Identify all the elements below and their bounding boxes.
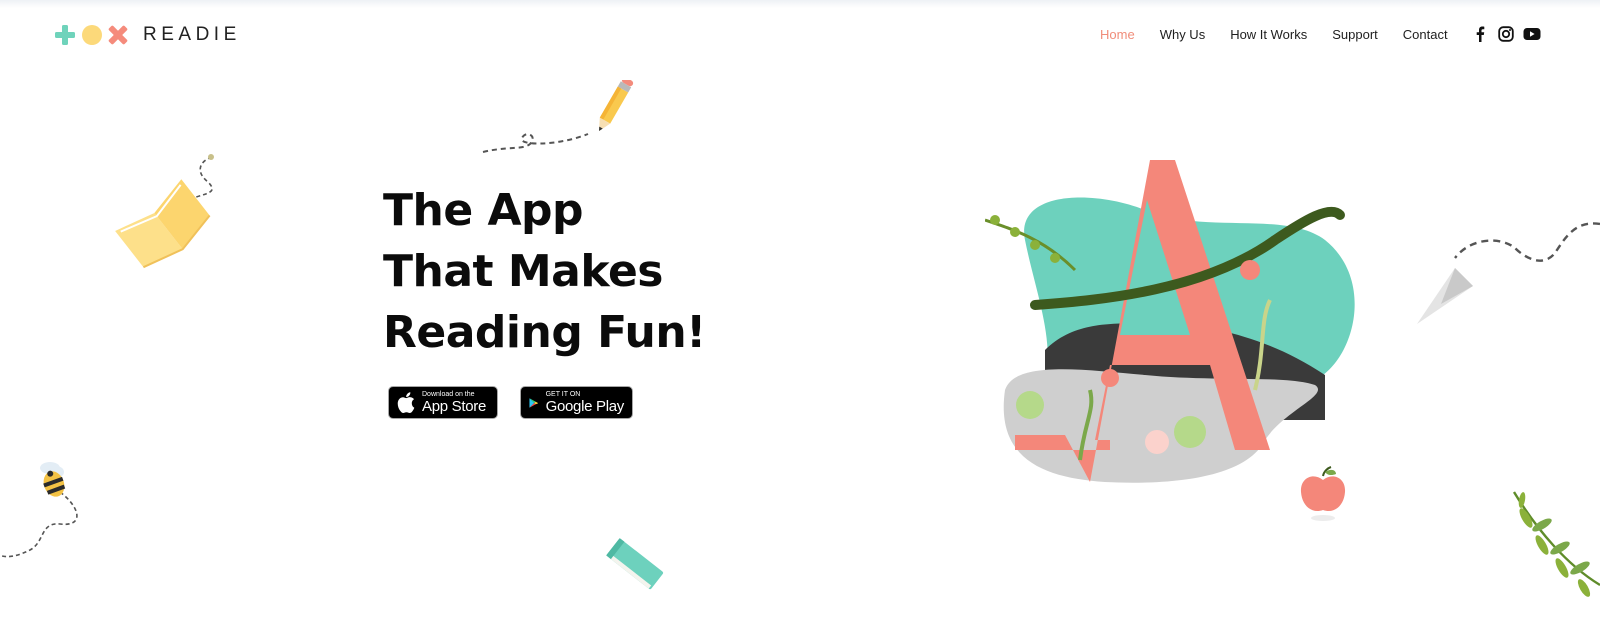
- logo-icon: [55, 25, 128, 45]
- paper-plane-illustration: [1417, 222, 1600, 324]
- nav-why-us[interactable]: Why Us: [1160, 27, 1206, 42]
- app-store-small-label: Download on the: [422, 391, 475, 398]
- app-store-button[interactable]: Download on the App Store: [388, 386, 498, 419]
- instagram-icon[interactable]: [1496, 25, 1516, 43]
- open-book-illustration: [115, 154, 214, 269]
- nav-support[interactable]: Support: [1332, 27, 1378, 42]
- headline-line-1: The App: [383, 185, 584, 236]
- header-shadow: [0, 0, 1600, 8]
- brand-name: READIE: [143, 24, 241, 45]
- nav-home[interactable]: Home: [1100, 27, 1135, 42]
- headline-line-2: That Makes: [383, 246, 663, 297]
- apple-illustration: [1300, 466, 1346, 521]
- app-store-label: App Store: [422, 398, 487, 415]
- leaf-branch-illustration: [1512, 491, 1600, 597]
- bee-illustration: [1, 462, 78, 558]
- google-play-small-label: GET IT ON: [545, 391, 581, 398]
- nav-how-it-works[interactable]: How It Works: [1230, 27, 1307, 42]
- google-play-icon: [529, 397, 538, 408]
- nav-contact[interactable]: Contact: [1403, 27, 1448, 42]
- headline-line-3: Reading Fun!: [383, 307, 706, 358]
- google-play-button[interactable]: GET IT ON Google Play: [520, 386, 633, 419]
- hero-headline: The App That Makes Reading Fun!: [383, 180, 803, 363]
- letter-a-illustration: [985, 160, 1355, 483]
- pencil-illustration: [482, 80, 634, 153]
- apple-icon: [397, 392, 415, 413]
- youtube-icon[interactable]: [1522, 25, 1542, 43]
- logo[interactable]: READIE: [55, 22, 241, 48]
- google-play-label: Google Play: [545, 398, 625, 415]
- social-links: [1470, 25, 1548, 43]
- main-nav: Home Why Us How It Works Support Contact: [1100, 24, 1473, 44]
- closed-book-illustration: [606, 538, 664, 590]
- facebook-icon[interactable]: [1470, 25, 1490, 43]
